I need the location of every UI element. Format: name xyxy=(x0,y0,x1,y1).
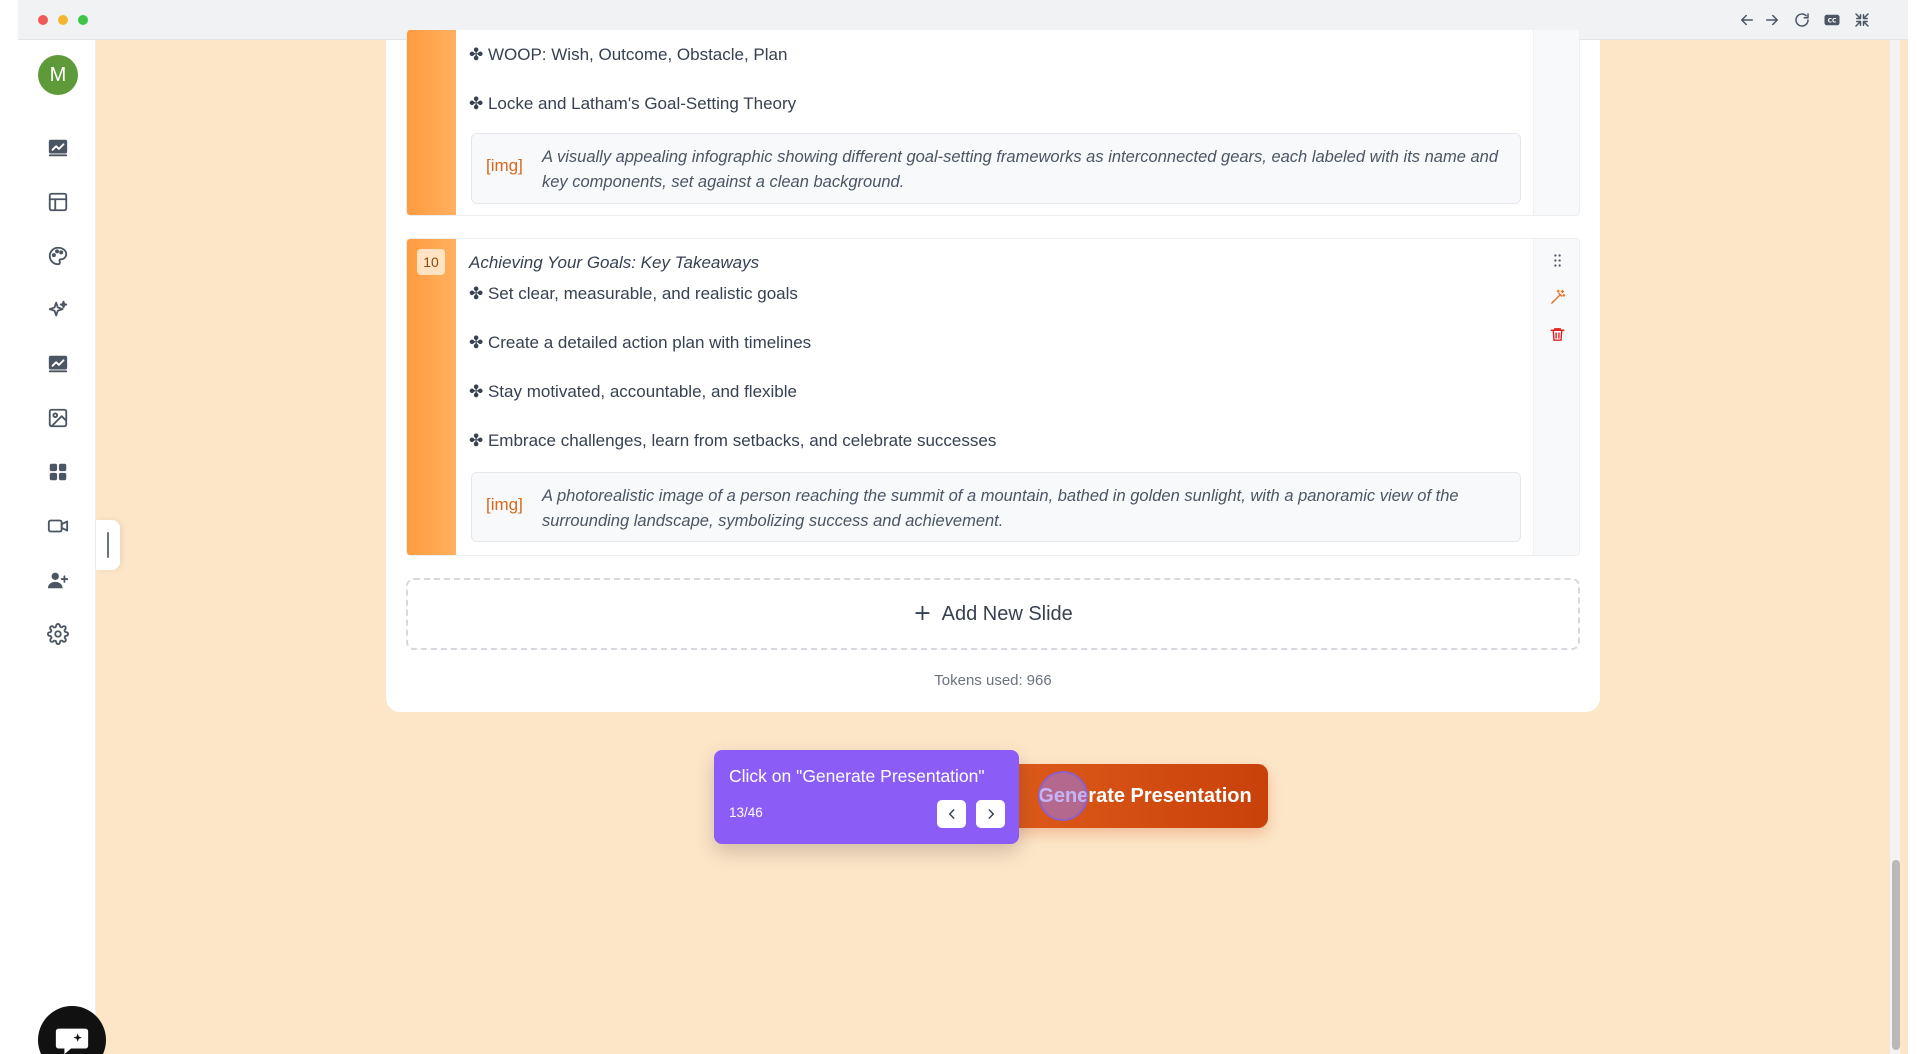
guide-step-counter: 13/46 xyxy=(729,805,763,820)
slide-tools xyxy=(1533,30,1579,215)
tokens-label: Tokens used: xyxy=(934,672,1023,689)
browser-window: CC M ✤ WOOP: Wish, Outcome, Obstacle, Pl… xyxy=(18,0,1908,1054)
slide-bullet[interactable]: ✤ Set clear, measurable, and realistic g… xyxy=(469,284,798,304)
image-prompt-text[interactable]: A photorealistic image of a person reach… xyxy=(542,484,1502,534)
chevron-left-icon xyxy=(948,809,954,819)
chat-icon xyxy=(55,1028,89,1054)
drag-handle-icon[interactable] xyxy=(1546,249,1568,271)
image-tag: [img] xyxy=(486,156,523,175)
video-icon[interactable] xyxy=(45,513,71,539)
gear-icon[interactable] xyxy=(45,621,71,647)
svg-text:CC: CC xyxy=(1828,18,1837,25)
tokens-used: Tokens used: 966 xyxy=(386,672,1600,689)
guide-tooltip: Click on "Generate Presentation" 13/46 xyxy=(714,750,1019,844)
trash-icon[interactable] xyxy=(1546,323,1568,345)
minimize-window-button[interactable] xyxy=(58,15,68,25)
tokens-value: 966 xyxy=(1026,672,1052,689)
avatar[interactable]: M xyxy=(38,55,78,95)
back-arrow-icon[interactable] xyxy=(1736,9,1758,31)
presentation-chart-icon[interactable] xyxy=(45,351,71,377)
guide-next-button[interactable] xyxy=(976,800,1005,828)
apps-icon[interactable] xyxy=(45,459,71,485)
slide-number: 10 xyxy=(417,249,445,275)
presentation-chart-icon[interactable] xyxy=(45,135,71,161)
chat-support-button[interactable] xyxy=(38,1006,106,1054)
add-new-slide-button[interactable]: + Add New Slide xyxy=(406,578,1580,650)
sidebar: M xyxy=(18,40,106,1054)
outline-card: ✤ WOOP: Wish, Outcome, Obstacle, Plan ✤ … xyxy=(386,30,1600,712)
add-new-slide-label: Add New Slide xyxy=(941,602,1073,625)
click-indicator xyxy=(1038,771,1088,821)
guide-previous-button[interactable] xyxy=(937,800,966,828)
image-prompt-box[interactable]: [img] A photorealistic image of a person… xyxy=(471,472,1521,542)
image-prompt-text[interactable]: A visually appealing infographic showing… xyxy=(542,145,1502,195)
slide-bullet[interactable]: ✤ Stay motivated, accountable, and flexi… xyxy=(469,382,797,402)
slide-bullet[interactable]: ✤ Locke and Latham's Goal-Setting Theory xyxy=(469,94,796,114)
image-prompt-box[interactable]: [img] A visually appealing infographic s… xyxy=(471,133,1521,204)
maximize-window-button[interactable] xyxy=(78,15,88,25)
slide-bullet[interactable]: ✤ Embrace challenges, learn from setback… xyxy=(469,431,996,451)
scrollbar-thumb[interactable] xyxy=(1892,860,1900,1050)
forward-arrow-icon[interactable] xyxy=(1761,9,1783,31)
plus-icon: + xyxy=(913,601,932,626)
captions-icon[interactable]: CC xyxy=(1821,9,1843,31)
slide-accent-bar: 10 xyxy=(407,239,456,555)
slide-card: ✤ WOOP: Wish, Outcome, Obstacle, Plan ✤ … xyxy=(406,30,1580,216)
sidebar-collapse-handle[interactable] xyxy=(96,520,120,570)
add-user-icon[interactable] xyxy=(45,567,71,593)
slide-accent-bar xyxy=(407,30,456,215)
palette-icon[interactable] xyxy=(45,243,71,269)
generate-presentation-button[interactable]: Generate Presentation xyxy=(982,764,1268,828)
slide-tools xyxy=(1533,239,1579,555)
chevron-right-icon xyxy=(988,809,994,819)
image-tag: [img] xyxy=(486,495,523,514)
image-icon[interactable] xyxy=(45,405,71,431)
guide-tooltip-title: Click on "Generate Presentation" xyxy=(729,766,985,786)
collapse-icon[interactable] xyxy=(1851,9,1873,31)
close-window-button[interactable] xyxy=(38,15,48,25)
slide-bullet[interactable]: ✤ WOOP: Wish, Outcome, Obstacle, Plan xyxy=(469,45,787,65)
magic-wand-icon[interactable] xyxy=(1546,286,1568,308)
slide-bullet[interactable]: ✤ Create a detailed action plan with tim… xyxy=(469,333,811,353)
layout-icon[interactable] xyxy=(45,189,71,215)
slide-title[interactable]: Achieving Your Goals: Key Takeaways xyxy=(469,253,759,273)
reload-icon[interactable] xyxy=(1791,9,1813,31)
slide-card: 10 Achieving Your Goals: Key Takeaways ✤… xyxy=(406,238,1580,556)
sparkles-icon[interactable] xyxy=(45,297,71,323)
